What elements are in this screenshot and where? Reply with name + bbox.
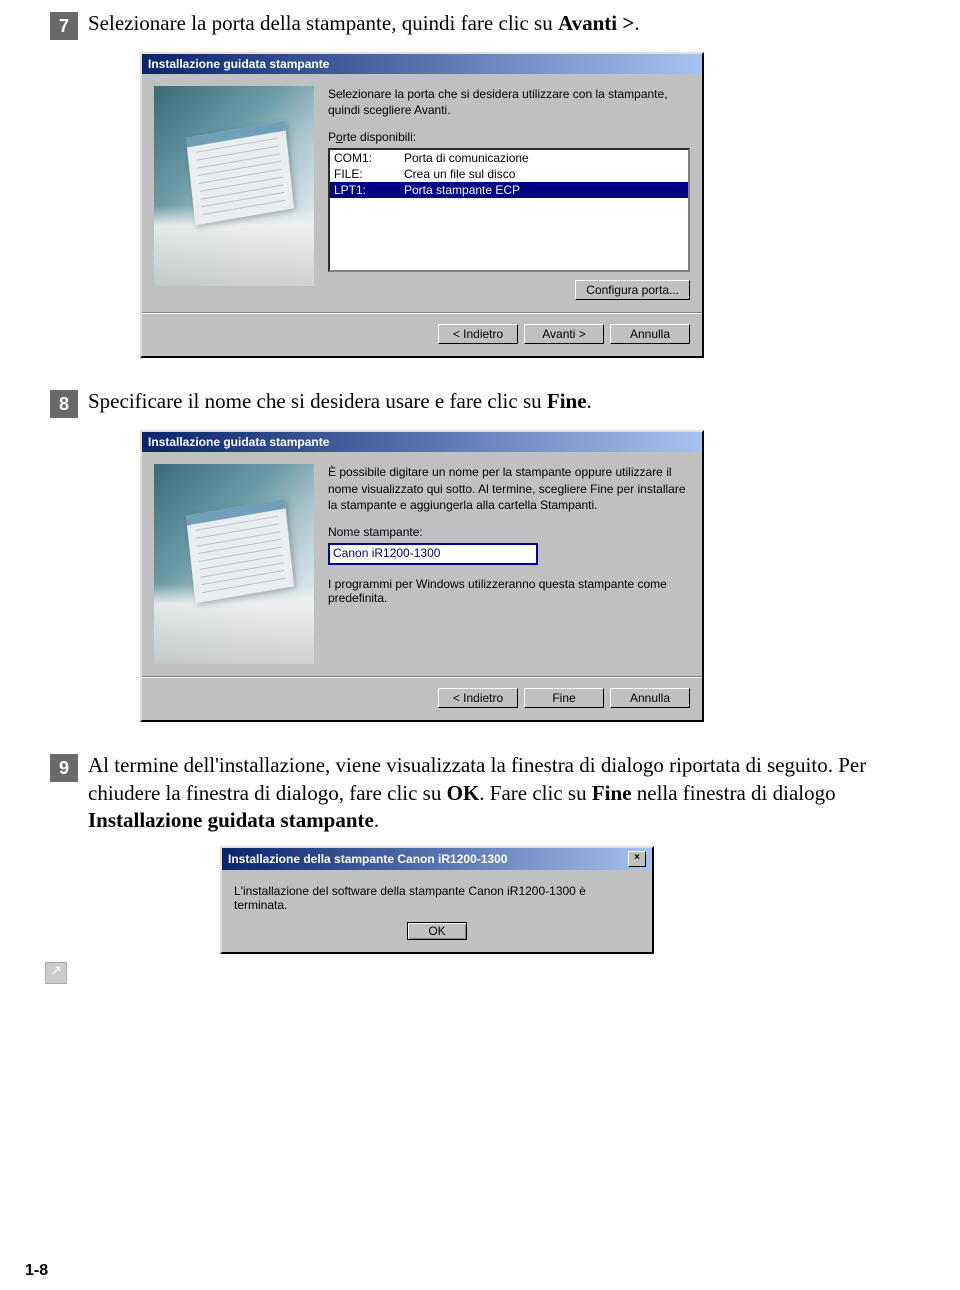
close-icon[interactable]: × (628, 851, 646, 867)
port-row[interactable]: COM1:Porta di comunicazione (330, 150, 688, 166)
wizard-image (154, 464, 314, 664)
dialog1-wrap: Installazione guidata stampante Selezion… (140, 52, 920, 358)
dialog2-title: Installazione guidata stampante (148, 435, 329, 449)
printer-name-label: Nome stampante: (328, 525, 690, 539)
step-text-8: Specificare il nome che si desidera usar… (88, 388, 592, 415)
dialog2-titlebar: Installazione guidata stampante (142, 432, 702, 452)
dialog1-title: Installazione guidata stampante (148, 57, 329, 71)
cancel-button[interactable]: Annulla (610, 688, 690, 708)
back-button[interactable]: < Indietro (438, 324, 518, 344)
step-text-9: Al termine dell'installazione, viene vis… (88, 752, 920, 834)
install-complete-msgbox: Installazione della stampante Canon iR12… (220, 846, 654, 954)
dialog1-titlebar: Installazione guidata stampante (142, 54, 702, 74)
port-row[interactable]: FILE:Crea un file sul disco (330, 166, 688, 182)
printer-name-input[interactable]: Canon iR1200-1300 (328, 543, 538, 565)
step-number-7: 7 (50, 12, 78, 40)
dialog-name-printer: Installazione guidata stampante È possib… (140, 430, 704, 722)
step-7: 7 Selezionare la porta della stampante, … (50, 10, 920, 40)
step-number-8: 8 (50, 390, 78, 418)
dialog2-desc: È possibile digitare un nome per la stam… (328, 464, 690, 513)
msgbox-title: Installazione della stampante Canon iR12… (228, 852, 507, 866)
msgbox-titlebar: Installazione della stampante Canon iR12… (222, 848, 652, 870)
page-number: 1-8 (25, 1262, 48, 1280)
dialog2-note: I programmi per Windows utilizzeranno qu… (328, 577, 690, 605)
configure-port-button[interactable]: Configura porta... (575, 280, 690, 300)
ports-label: Porte disponibili: (328, 130, 690, 144)
back-button[interactable]: < Indietro (438, 688, 518, 708)
wizard-image (154, 86, 314, 286)
step-text-7: Selezionare la porta della stampante, qu… (88, 10, 640, 37)
dialog2-wrap: Installazione guidata stampante È possib… (140, 430, 920, 722)
port-row-selected[interactable]: LPT1:Porta stampante ECP (330, 182, 688, 198)
dialog-port-select: Installazione guidata stampante Selezion… (140, 52, 704, 358)
cancel-button[interactable]: Annulla (610, 324, 690, 344)
ok-button[interactable]: OK (407, 922, 466, 940)
next-button[interactable]: Avanti > (524, 324, 604, 344)
msgbox-body: L'installazione del software della stamp… (222, 870, 652, 916)
expand-icon[interactable]: ↗ (45, 962, 67, 984)
step-9: 9 Al termine dell'installazione, viene v… (50, 752, 920, 834)
step-number-9: 9 (50, 754, 78, 782)
ports-listbox[interactable]: COM1:Porta di comunicazione FILE:Crea un… (328, 148, 690, 272)
dialog1-desc: Selezionare la porta che si desidera uti… (328, 86, 690, 118)
msgbox-wrap: Installazione della stampante Canon iR12… (220, 846, 920, 954)
finish-button[interactable]: Fine (524, 688, 604, 708)
step-8: 8 Specificare il nome che si desidera us… (50, 388, 920, 418)
